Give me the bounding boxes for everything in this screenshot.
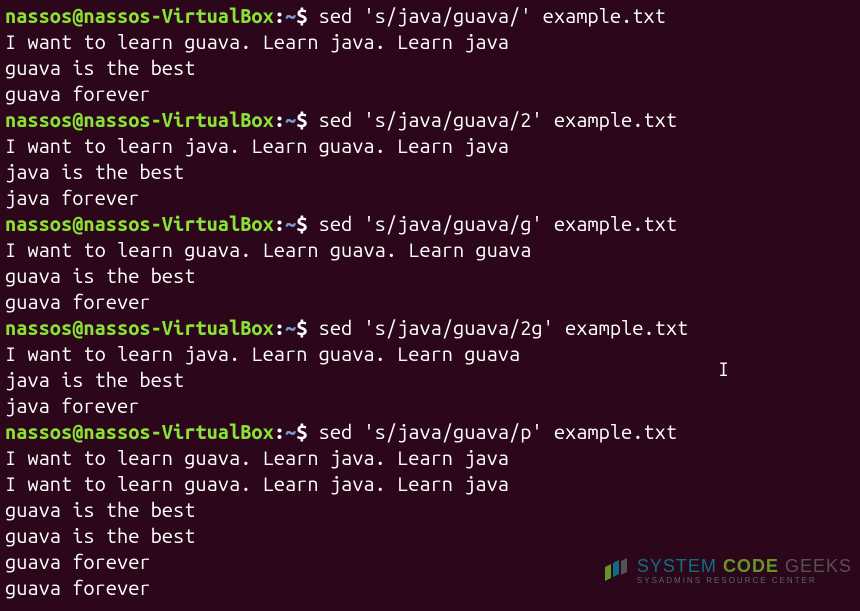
output-line: guava is the best <box>5 497 855 523</box>
watermark-text: SYSTEM CODE GEEKS SYSADMINS RESOURCE CEN… <box>637 557 852 585</box>
prompt-host: nassos-VirtualBox <box>83 4 273 27</box>
terminal-window[interactable]: nassos@nassos-VirtualBox:~$ sed 's/java/… <box>5 3 855 601</box>
output-line: java forever <box>5 185 855 211</box>
command-text: sed 's/java/guava/2g' example.txt <box>319 316 689 339</box>
output-line: I want to learn guava. Learn java. Learn… <box>5 29 855 55</box>
output-line: guava is the best <box>5 263 855 289</box>
output-line: guava forever <box>5 81 855 107</box>
prompt-user: nassos <box>5 420 72 443</box>
prompt-path: ~ <box>285 108 296 131</box>
output-line: java is the best <box>5 159 855 185</box>
prompt-at: @ <box>72 4 83 27</box>
prompt-dollar: $ <box>296 316 307 339</box>
prompt-at: @ <box>72 316 83 339</box>
command-line[interactable]: nassos@nassos-VirtualBox:~$ sed 's/java/… <box>5 3 855 29</box>
prompt-colon: : <box>274 316 285 339</box>
output-line: guava is the best <box>5 55 855 81</box>
output-line: I want to learn java. Learn guava. Learn… <box>5 133 855 159</box>
prompt-user: nassos <box>5 316 72 339</box>
prompt-user: nassos <box>5 108 72 131</box>
command-text: sed 's/java/guava/2' example.txt <box>319 108 677 131</box>
watermark-subtitle: SYSADMINS RESOURCE CENTER <box>637 577 852 585</box>
command-text: sed 's/java/guava/' example.txt <box>319 4 666 27</box>
command-line[interactable]: nassos@nassos-VirtualBox:~$ sed 's/java/… <box>5 419 855 445</box>
prompt-colon: : <box>274 420 285 443</box>
command-line[interactable]: nassos@nassos-VirtualBox:~$ sed 's/java/… <box>5 315 855 341</box>
prompt-host: nassos-VirtualBox <box>83 316 273 339</box>
prompt-colon: : <box>274 108 285 131</box>
command-text: sed 's/java/guava/p' example.txt <box>319 420 677 443</box>
text-cursor: I <box>718 356 729 382</box>
prompt-path: ~ <box>285 420 296 443</box>
output-line: I want to learn guava. Learn guava. Lear… <box>5 237 855 263</box>
prompt-host: nassos-VirtualBox <box>83 420 273 443</box>
prompt-dollar: $ <box>296 420 307 443</box>
prompt-at: @ <box>72 212 83 235</box>
prompt-colon: : <box>274 212 285 235</box>
command-line[interactable]: nassos@nassos-VirtualBox:~$ sed 's/java/… <box>5 107 855 133</box>
prompt-dollar: $ <box>296 108 307 131</box>
prompt-dollar: $ <box>296 4 307 27</box>
prompt-path: ~ <box>285 212 296 235</box>
output-line: guava forever <box>5 289 855 315</box>
output-line: I want to learn guava. Learn java. Learn… <box>5 471 855 497</box>
prompt-path: ~ <box>285 316 296 339</box>
output-line: java forever <box>5 393 855 419</box>
prompt-host: nassos-VirtualBox <box>83 108 273 131</box>
watermark-word-3: GEEKS <box>785 556 852 576</box>
prompt-at: @ <box>72 420 83 443</box>
prompt-colon: : <box>274 4 285 27</box>
watermark-word-1: SYSTEM <box>637 556 717 576</box>
watermark: SYSTEM CODE GEEKS SYSADMINS RESOURCE CEN… <box>601 557 852 585</box>
prompt-host: nassos-VirtualBox <box>83 212 273 235</box>
watermark-word-2: CODE <box>723 556 779 576</box>
prompt-user: nassos <box>5 212 72 235</box>
prompt-dollar: $ <box>296 212 307 235</box>
output-line: guava is the best <box>5 523 855 549</box>
prompt-user: nassos <box>5 4 72 27</box>
prompt-at: @ <box>72 108 83 131</box>
output-line: I want to learn guava. Learn java. Learn… <box>5 445 855 471</box>
prompt-path: ~ <box>285 4 296 27</box>
watermark-logo-icon <box>601 557 631 585</box>
command-text: sed 's/java/guava/g' example.txt <box>319 212 677 235</box>
command-line[interactable]: nassos@nassos-VirtualBox:~$ sed 's/java/… <box>5 211 855 237</box>
